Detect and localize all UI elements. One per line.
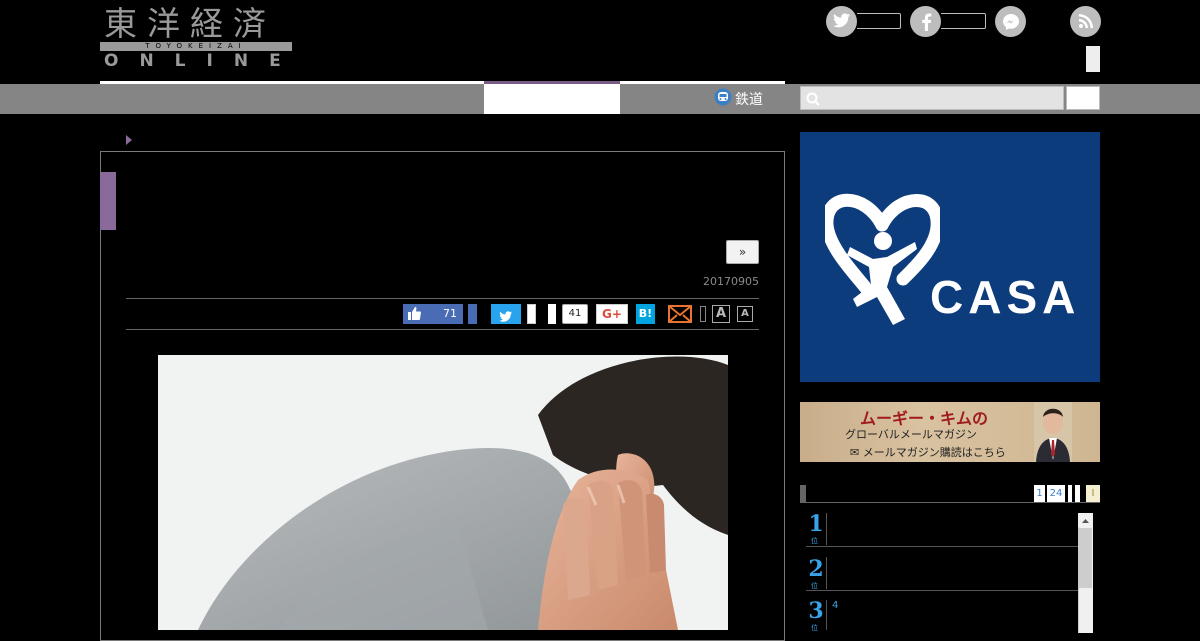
ranking-header-accent	[800, 485, 806, 503]
tweet-button[interactable]	[491, 304, 521, 324]
twitter-follow-count[interactable]	[857, 13, 901, 29]
rank-rule-3	[826, 600, 827, 630]
logo-online: ONLINE	[104, 51, 302, 71]
facebook-icon[interactable]	[910, 6, 941, 37]
hatena-bookmark-button[interactable]: B!	[636, 304, 655, 324]
moogi-kim-portrait	[1034, 402, 1072, 462]
rank-number-2: 2	[808, 556, 824, 582]
facebook-share-button[interactable]	[468, 304, 477, 324]
share-divider-top	[126, 298, 759, 299]
thumbs-up-icon	[408, 307, 421, 323]
casa-logo-icon	[825, 193, 940, 325]
ranking-item-3[interactable]: 4	[832, 600, 1072, 630]
ranking-tab-extra[interactable]: I	[1086, 485, 1100, 502]
breadcrumb-arrow-icon	[126, 135, 132, 145]
twitter-bird-icon	[499, 308, 513, 327]
facebook-like-button[interactable]: 71	[403, 304, 463, 324]
rss-icon[interactable]	[1070, 6, 1101, 37]
ranking-tab-24h[interactable]: 24	[1047, 485, 1065, 502]
share-separator	[700, 306, 706, 322]
ranking-scrollbar-thumb[interactable]	[1079, 528, 1092, 588]
search-input[interactable]	[800, 86, 1064, 110]
moogi-kim-newsletter-banner[interactable]: ムーギー・キムの グローバルメールマガジン ✉ メールマガジン購読はこちら	[800, 402, 1100, 462]
ranking-tab-weekly[interactable]	[1068, 485, 1072, 502]
envelope-icon: ✉	[850, 446, 860, 459]
rank-suffix-1: 位	[811, 537, 818, 545]
login-button[interactable]	[1086, 46, 1100, 72]
mail-icon[interactable]	[668, 305, 692, 323]
font-size-small-button[interactable]: A	[737, 306, 753, 322]
article-title-accent	[100, 172, 116, 230]
moogi-banner-cta: ✉ メールマガジン購読はこちら	[850, 444, 1006, 460]
ranking-item-1[interactable]	[832, 513, 1072, 545]
ranking-divider	[806, 590, 1078, 591]
rank-rule-1	[826, 513, 827, 545]
tweet-count[interactable]	[527, 304, 536, 324]
article-main-image	[158, 355, 728, 630]
moogi-banner-subtitle: グローバルメールマガジン	[845, 428, 977, 441]
rank-rule-2	[826, 557, 827, 589]
train-icon	[714, 88, 732, 110]
facebook-like-count[interactable]	[941, 13, 986, 29]
casa-ad-banner[interactable]: CASA	[800, 132, 1100, 382]
nav-link-rail[interactable]: 鉄道	[714, 88, 763, 110]
rank-suffix-3: 位	[811, 624, 818, 632]
messenger-icon[interactable]	[995, 6, 1026, 37]
pocket-count[interactable]: 41	[562, 304, 588, 324]
moogi-banner-cta-label: メールマガジン購読はこちら	[862, 446, 1006, 459]
rank-number-1: 1	[808, 511, 824, 537]
next-page-button[interactable]: »	[726, 240, 759, 264]
ranking-tab-monthly[interactable]	[1075, 485, 1080, 502]
ranking-tab-1h[interactable]: 1	[1034, 485, 1045, 502]
pocket-button[interactable]	[548, 304, 556, 324]
search-button[interactable]	[1066, 86, 1100, 110]
ranking-divider	[806, 546, 1078, 547]
scroll-up-icon[interactable]	[1078, 513, 1093, 527]
google-plus-button[interactable]: G+	[596, 304, 628, 324]
casa-ad-text: CASA	[930, 271, 1081, 323]
nav-tab-active[interactable]	[484, 84, 620, 114]
twitter-icon[interactable]	[826, 6, 857, 37]
logo-kanji: 東洋経済	[104, 4, 276, 43]
rank-number-3: 3	[808, 598, 824, 624]
nav-link-rail-label: 鉄道	[735, 92, 763, 108]
nav-top-border	[100, 81, 785, 84]
search-icon	[806, 91, 820, 110]
ranking-item-2[interactable]	[832, 557, 1072, 589]
site-logo[interactable]: 東洋経済 TOYOKEIZAI ONLINE	[100, 6, 292, 70]
facebook-like-count-value: 71	[443, 307, 457, 320]
article-date: 20170905	[703, 275, 759, 288]
share-divider-bottom	[126, 329, 759, 330]
logo-romaji: TOYOKEIZAI	[100, 42, 292, 51]
font-size-large-button[interactable]: A	[712, 305, 730, 323]
